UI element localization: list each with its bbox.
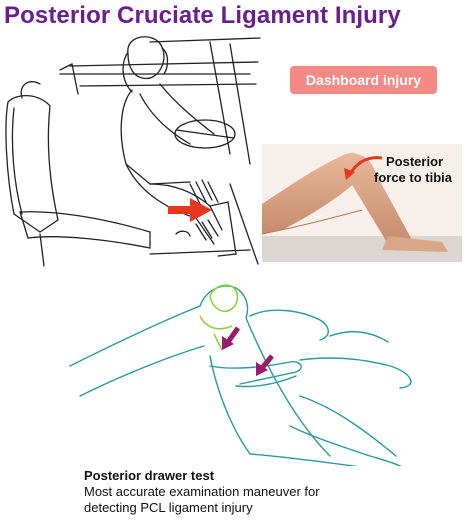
drawer-test-caption: Posterior drawer test Most accurate exam… [84, 468, 464, 516]
caption-line1: Most accurate examination maneuver for [84, 484, 320, 499]
dashboard-injury-badge: Dashboard injury [290, 66, 437, 94]
caption-line2: detecting PCL ligament injury [84, 500, 253, 515]
force-label-line2: force to tibia [374, 170, 453, 185]
caption-heading: Posterior drawer test [84, 468, 215, 483]
car-crash-sketch [5, 36, 261, 267]
posterior-force-label: Posterior force to tibia [374, 154, 464, 186]
force-label-line1: Posterior [386, 154, 444, 169]
push-arrow-1 [225, 326, 241, 344]
drawer-test-diagram [69, 284, 412, 466]
page-title: Posterior Cruciate Ligament Injury [4, 2, 401, 29]
